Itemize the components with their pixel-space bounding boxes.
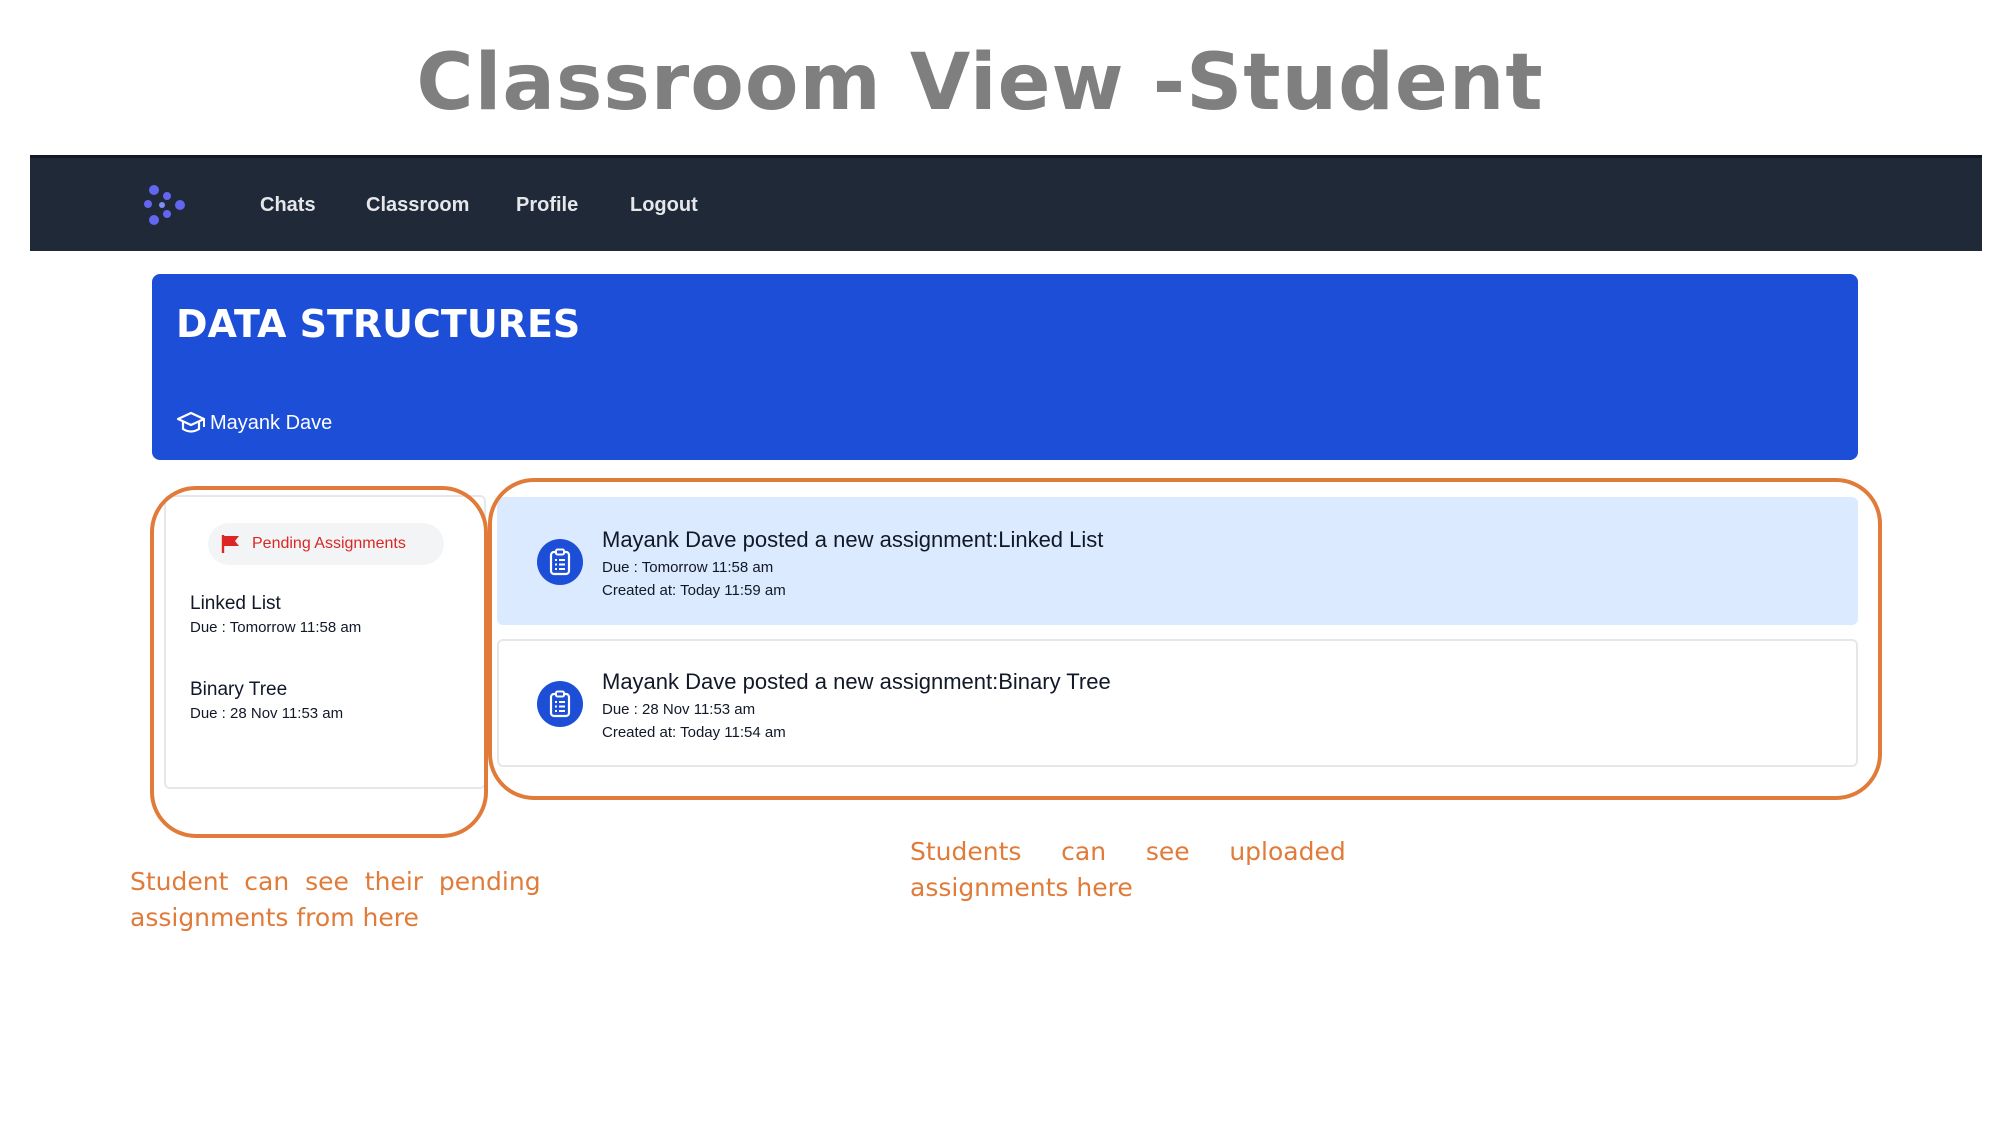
nav-chats[interactable]: Chats (260, 194, 316, 217)
callout-note-line: assignments from here (130, 903, 419, 932)
callout-note-feed: Students can see uploaded assignments he… (910, 834, 1346, 906)
teacher-info: Mayank Dave (176, 410, 332, 436)
teacher-name: Mayank Dave (210, 411, 333, 434)
navbar: Chats Classroom Profile Logout (30, 155, 1982, 251)
app-logo-icon[interactable] (140, 182, 190, 232)
nav-classroom[interactable]: Classroom (366, 194, 469, 217)
course-title: DATA STRUCTURES (176, 302, 581, 346)
callout-outline-feed (488, 478, 1882, 800)
callout-note-line: Student can see their pending (130, 867, 541, 896)
slide-title: Classroom View -Student (416, 38, 1544, 128)
callout-note-pending: Student can see their pending assignment… (130, 864, 541, 936)
nav-logout[interactable]: Logout (630, 194, 698, 217)
callout-note-line: Students can see uploaded (910, 837, 1346, 866)
callout-note-line: assignments here (910, 873, 1133, 902)
callout-outline-pending (150, 486, 488, 838)
nav-profile[interactable]: Profile (516, 194, 578, 217)
graduation-cap-icon (176, 411, 206, 433)
course-banner: DATA STRUCTURES Mayank Dave (152, 274, 1858, 460)
